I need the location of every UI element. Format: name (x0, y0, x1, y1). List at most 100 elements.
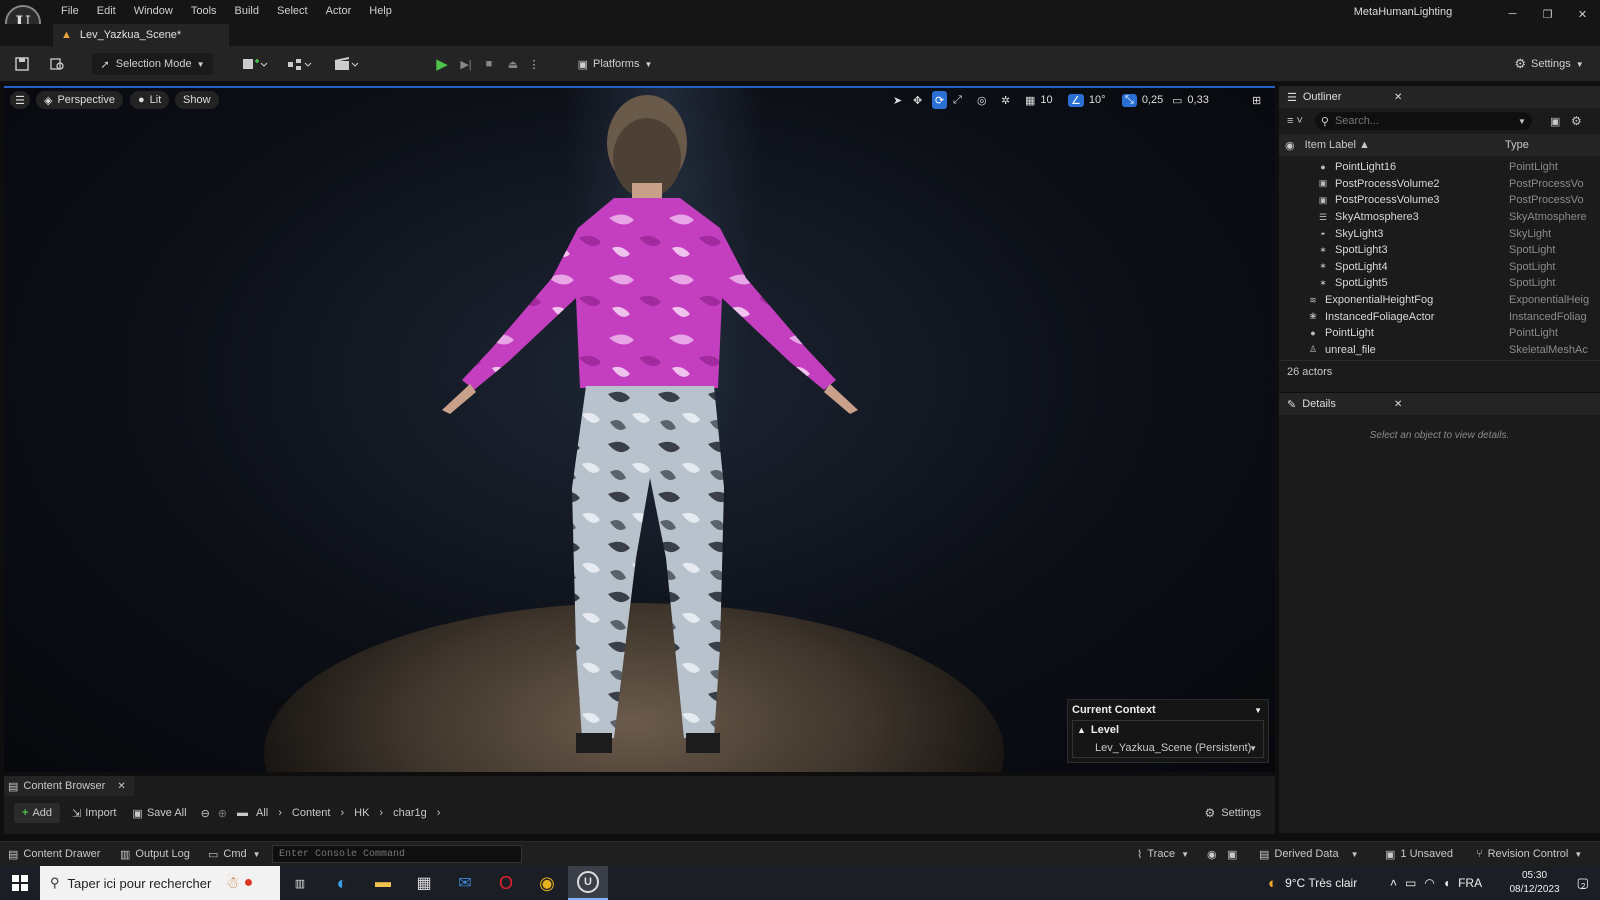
close-icon[interactable]: ✕ (1394, 399, 1402, 410)
select-tool-icon[interactable]: ➤ (893, 91, 902, 109)
rotate-tool-icon[interactable]: ⟳ (932, 91, 948, 109)
document-tab[interactable]: ▲ Lev_Yazkua_Scene* (53, 24, 229, 46)
unsaved-button[interactable]: ▣ 1 Unsaved (1385, 842, 1453, 866)
output-log-button[interactable]: ▥ Output Log (120, 842, 190, 866)
play-icon[interactable]: ▶ (432, 53, 452, 75)
screenshot-icon[interactable]: ▣ (1227, 842, 1237, 866)
add-button[interactable]: + Add (14, 803, 61, 823)
network-status-icon[interactable]: ▭ (1405, 876, 1416, 890)
outliner-row[interactable]: ▣ PostProcessVolume3 PostProcessVo (1279, 192, 1600, 209)
add-folder-icon[interactable]: ▣ (1550, 115, 1560, 128)
cmd-dropdown[interactable]: ▭ Cmd ▼ (208, 842, 261, 866)
translate-tool-icon[interactable]: ✥ (913, 91, 922, 109)
scale-tool-icon[interactable]: ⤢ (953, 91, 962, 109)
perspective-button[interactable]: ◈ Perspective (36, 91, 123, 109)
skip-frame-icon[interactable]: ▶| (456, 53, 476, 75)
edge-icon[interactable]: ◐ (322, 866, 362, 900)
breadcrumb-content[interactable]: Content (292, 807, 331, 819)
menu-build[interactable]: Build (226, 5, 268, 17)
eject-icon[interactable]: ⏏ (503, 53, 523, 75)
chevron-down-icon[interactable]: ▼ (1518, 117, 1526, 126)
surface-snap-icon[interactable]: ✲ (1001, 91, 1010, 109)
level-viewport[interactable]: ☰ ◈ Perspective ● Lit Show ➤ ✥ ⟳ ⤢ ◎ ✲ ▦… (4, 86, 1275, 772)
trace-dropdown[interactable]: ⌇ Trace ▼ (1137, 842, 1189, 866)
chevron-down-icon[interactable]: ▼ (1254, 706, 1262, 715)
more-options-icon[interactable]: ⋮ (528, 53, 540, 75)
platforms-dropdown[interactable]: ▣ Platforms ▼ (571, 53, 659, 75)
breadcrumb-hk[interactable]: HK (354, 807, 369, 819)
menu-select[interactable]: Select (268, 5, 317, 17)
world-space-icon[interactable]: ◎ (977, 91, 987, 109)
breadcrumb-all[interactable]: All (256, 807, 268, 819)
viewport-menu-icon[interactable]: ☰ (10, 91, 30, 109)
level-dropdown[interactable]: Lev_Yazkua_Scene (Persistent) ▼ (1073, 739, 1263, 757)
layout-icon[interactable]: ⊞ (1252, 91, 1261, 109)
clock[interactable]: 05:30 08/12/2023 (1507, 868, 1562, 898)
taskbar-search[interactable]: ⚲ Taper ici pour rechercher ☃ ● (40, 866, 280, 900)
save-all-button[interactable]: ▣ Save All (132, 807, 186, 820)
mail-icon[interactable]: ✉ (445, 866, 485, 900)
wifi-icon[interactable]: ◠ (1424, 876, 1434, 890)
close-icon[interactable]: ✕ (1394, 92, 1402, 103)
opera-icon[interactable]: O (486, 866, 526, 900)
windows-start-icon[interactable] (0, 866, 40, 900)
menu-help[interactable]: Help (360, 5, 401, 17)
menu-actor[interactable]: Actor (317, 5, 361, 17)
outliner-search-input[interactable] (1334, 115, 1505, 127)
add-actor-icon[interactable] (238, 53, 272, 75)
outliner-row[interactable]: ▣ PostProcessVolume2 PostProcessVo (1279, 176, 1600, 193)
column-type[interactable]: Type (1505, 139, 1529, 151)
language-indicator[interactable]: FRA (1458, 876, 1482, 890)
content-drawer-button[interactable]: ▤ Content Drawer (8, 842, 100, 866)
menu-edit[interactable]: Edit (88, 5, 125, 17)
console-command-input[interactable] (272, 845, 522, 863)
outliner-row[interactable]: ♙ unreal_file SkeletalMeshAc (1279, 342, 1600, 359)
outliner-row[interactable]: ❀ InstancedFoliageActor InstancedFoliag (1279, 308, 1600, 325)
store-icon[interactable]: ▦ (404, 866, 444, 900)
outliner-row[interactable]: ☰ SkyAtmosphere3 SkyAtmosphere (1279, 209, 1600, 226)
rotation-snap-button[interactable]: ∠ 10° (1068, 91, 1106, 109)
menu-file[interactable]: File (52, 5, 88, 17)
tray-expand-icon[interactable]: ˄ (1390, 876, 1397, 890)
blueprint-icon[interactable] (283, 53, 317, 75)
volume-icon[interactable]: ◖ (1443, 876, 1450, 890)
grid-snap-button[interactable]: ▦ 10 (1025, 91, 1053, 109)
outliner-row[interactable]: ✶ SpotLight4 SpotLight (1279, 259, 1600, 276)
outliner-row[interactable]: ◓ SkyLight3 SkyLight (1279, 225, 1600, 242)
forward-icon[interactable]: ⊕ (218, 807, 227, 820)
show-button[interactable]: Show (175, 91, 219, 109)
browse-icon[interactable] (47, 53, 67, 75)
menu-window[interactable]: Window (125, 5, 182, 17)
scale-snap-button[interactable]: ⤡ 0,25 (1122, 91, 1163, 109)
menu-tools[interactable]: Tools (182, 5, 226, 17)
character-render[interactable] (4, 88, 1275, 772)
gear-icon[interactable]: ⚙ (1571, 114, 1582, 128)
unreal-taskbar-icon[interactable]: U (568, 866, 608, 900)
outliner-row[interactable]: ✶ SpotLight3 SpotLight (1279, 242, 1600, 259)
content-browser-settings-button[interactable]: ⚙ Settings (1204, 806, 1261, 820)
outliner-row[interactable]: ● PointLight16 PointLight (1279, 159, 1600, 176)
cinematics-icon[interactable] (330, 53, 364, 75)
record-icon[interactable]: ◉ (1207, 842, 1217, 866)
file-explorer-icon[interactable]: ▬ (363, 866, 403, 900)
import-button[interactable]: ⇲ Import (72, 807, 116, 820)
selection-mode-dropdown[interactable]: ➚ Selection Mode ▼ (92, 53, 213, 75)
notification-center[interactable]: ▢ 2 (1566, 866, 1596, 900)
camera-speed-button[interactable]: ▭ 0,33 (1172, 91, 1209, 109)
derived-data-dropdown[interactable]: ▤ Derived Data ▼ (1259, 842, 1359, 866)
back-icon[interactable]: ⊖ (201, 807, 210, 820)
outliner-search[interactable]: ⚲ ▼ (1314, 112, 1532, 130)
column-item-label[interactable]: Item Label ▲ (1305, 139, 1370, 151)
chrome-icon[interactable]: ◉ (527, 866, 567, 900)
close-icon[interactable]: ✕ (117, 781, 125, 792)
outliner-row[interactable]: ● PointLight PointLight (1279, 325, 1600, 342)
outliner-row[interactable]: ✶ SpotLight5 SpotLight (1279, 275, 1600, 292)
filter-icon[interactable]: ≡ ˅ (1287, 115, 1303, 127)
save-icon[interactable] (12, 53, 32, 75)
lit-button[interactable]: ● Lit (130, 91, 170, 109)
outliner-row[interactable]: ≋ ExponentialHeightFog ExponentialHeig (1279, 292, 1600, 309)
task-view-icon[interactable]: ▥ (280, 866, 320, 900)
revision-control-dropdown[interactable]: ⑂ Revision Control ▼ (1476, 842, 1582, 866)
settings-dropdown[interactable]: ⚙ Settings ▼ (1511, 53, 1587, 75)
weather-widget[interactable]: ◐ 9°C Très clair (1268, 866, 1357, 900)
